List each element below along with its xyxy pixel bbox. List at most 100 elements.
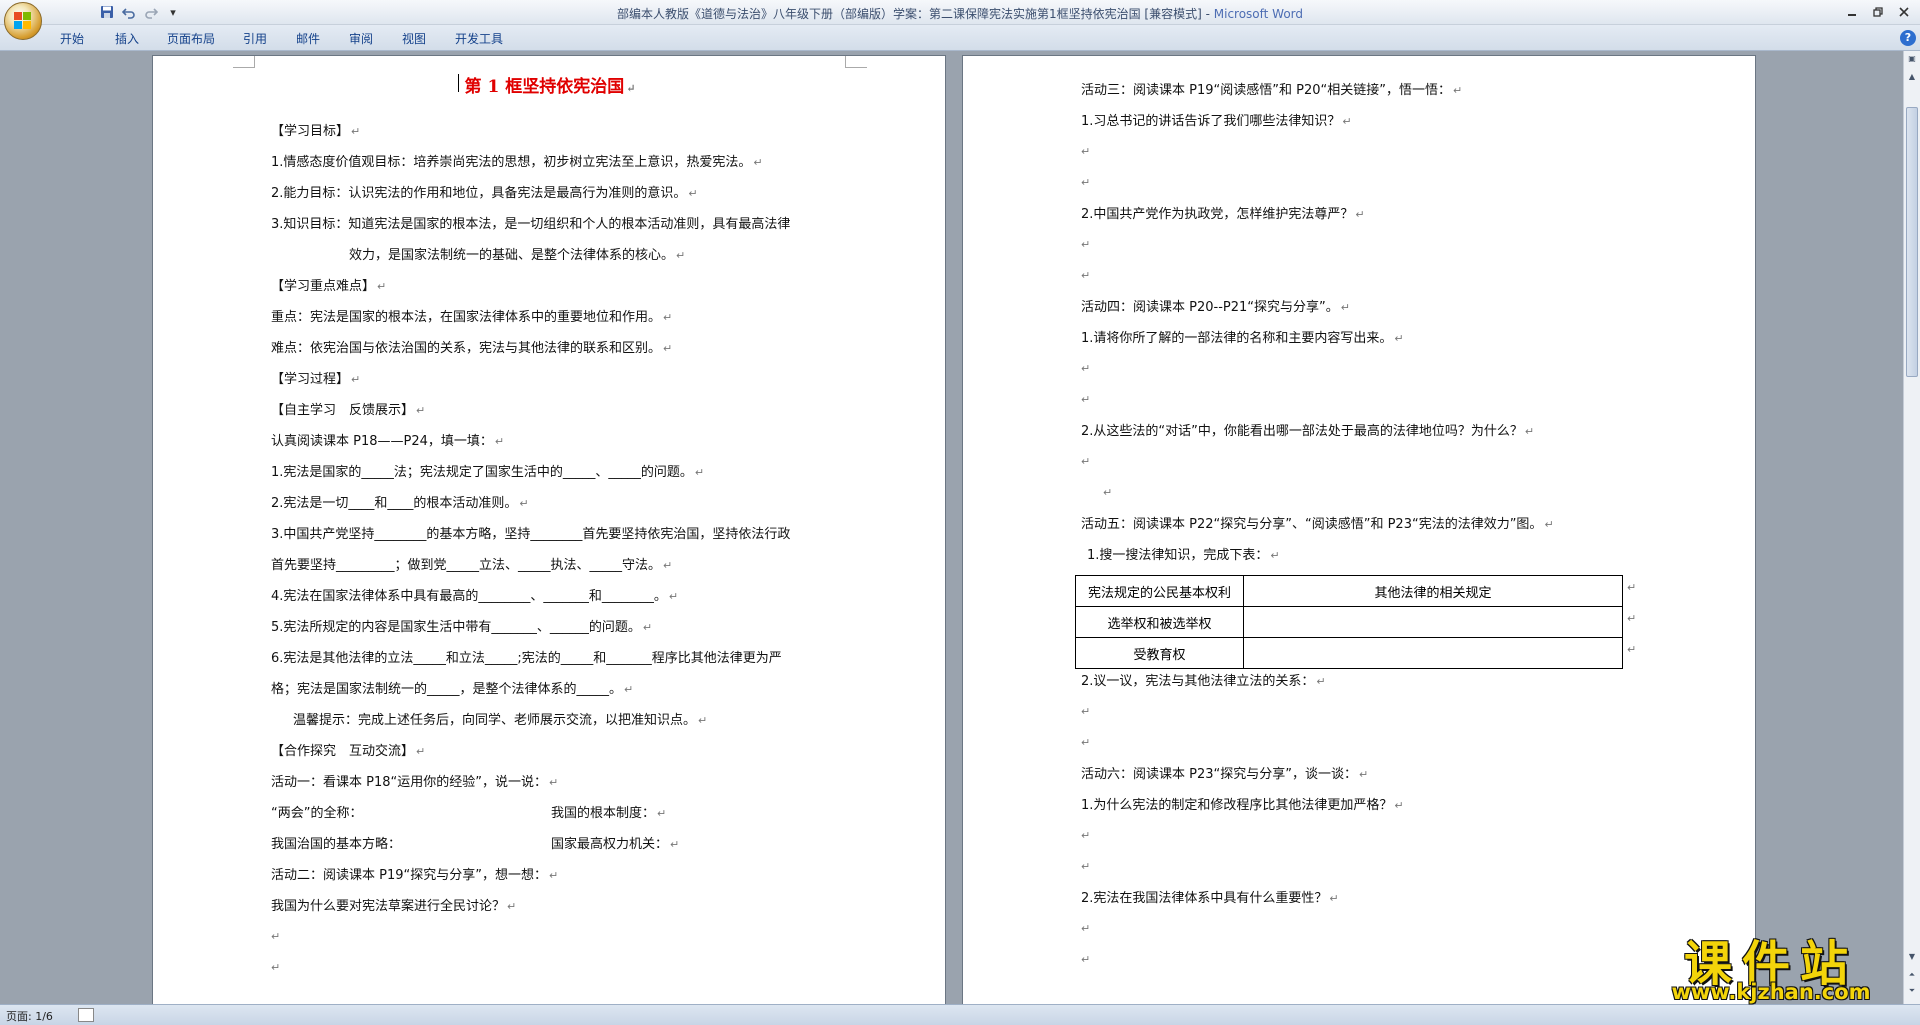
question-line: 2.宪法在我国法律体系中具有什么重要性？ ↵ bbox=[1081, 891, 1339, 906]
question-line: 1.习总书记的讲话告诉了我们哪些法律知识？ ↵ bbox=[1081, 114, 1352, 129]
tab-references[interactable]: 引用 bbox=[243, 30, 267, 47]
section-heading: 【学习过程】 ↵ bbox=[271, 372, 361, 387]
table-row: 选举权和被选举权 bbox=[1075, 606, 1623, 638]
document-heading: 第 1 框坚持依宪治国 ↵ bbox=[153, 72, 947, 97]
text-line: 难点：依宪治国与依法治国的关系，宪法与其他法律的联系和区别。 ↵ bbox=[271, 341, 673, 356]
ruler-toggle-icon[interactable]: ▣ bbox=[1906, 53, 1918, 65]
paragraph-mark: ↵ bbox=[1081, 238, 1091, 251]
scroll-down-icon[interactable]: ▼ bbox=[1906, 951, 1918, 963]
activity-heading: 活动一：看课本 P18“运用你的经验”，说一说： ↵ bbox=[271, 775, 559, 790]
fill-blank-line: 2.宪法是一切____和____的根本活动准则。 ↵ bbox=[271, 496, 529, 511]
question-line: 1.请将你所了解的一部法律的名称和主要内容写出来。 ↵ bbox=[1081, 331, 1404, 346]
rights-table: 宪法规定的公民基本权利 其他法律的相关规定 选举权和被选举权 受教育权 bbox=[1075, 575, 1623, 669]
paragraph-mark: ↵ bbox=[1081, 269, 1091, 282]
office-button-icon[interactable] bbox=[4, 2, 42, 40]
paragraph-mark: ↵ bbox=[1081, 736, 1091, 749]
paragraph-mark: ↵ bbox=[1081, 922, 1091, 935]
application-name: Microsoft Word bbox=[1213, 7, 1304, 21]
table-header-cell[interactable]: 宪法规定的公民基本权利 bbox=[1075, 575, 1244, 607]
table-cell[interactable]: 选举权和被选举权 bbox=[1075, 606, 1244, 638]
text-line: 3.知识目标：知道宪法是国家的根本法，是一切组织和个人的根本活动准则，具有最高法… bbox=[271, 217, 791, 232]
page-1[interactable]: 第 1 框坚持依宪治国 ↵ 【学习目标】 ↵ 1.情感态度价值观目标：培养崇尚宪法的… bbox=[152, 55, 946, 1004]
table-header-cell[interactable]: 其他法律的相关规定 bbox=[1243, 575, 1623, 607]
heading-text: 第 1 框坚持依宪治国 bbox=[464, 77, 625, 97]
fill-blank-line: 5.宪法所规定的内容是国家生活中带有_______、______的问题。 ↵ bbox=[271, 620, 653, 635]
table-cell[interactable] bbox=[1243, 606, 1623, 638]
paragraph-mark: ↵ bbox=[1081, 176, 1091, 189]
fill-blank-line: 6.宪法是其他法律的立法_____和立法_____;宪法的_____和_____… bbox=[271, 651, 782, 666]
proofing-icon[interactable] bbox=[78, 1008, 94, 1022]
title-separator: - bbox=[1201, 7, 1214, 21]
question-line: 2.从这些法的“对话”中，你能看出哪一部法处于最高的法律地位吗？为什么？ ↵ bbox=[1081, 424, 1535, 439]
fill-blank-line: 3.中国共产党坚持________的基本方略，坚持________首先要坚持依宪… bbox=[271, 527, 791, 542]
crop-mark bbox=[845, 56, 867, 68]
fill-blank-line: 4.宪法在国家法律体系中具有最高的________、_______和______… bbox=[271, 589, 679, 604]
table-row: 受教育权 bbox=[1075, 637, 1623, 669]
paragraph-mark: ↵ bbox=[1081, 829, 1091, 842]
document-area: 第 1 框坚持依宪治国 ↵ 【学习目标】 ↵ 1.情感态度价值观目标：培养崇尚宪法的… bbox=[0, 51, 1903, 1004]
text-line: 我国为什么要对宪法草案进行全民讨论？ ↵ bbox=[271, 899, 517, 914]
tab-developer[interactable]: 开发工具 bbox=[455, 30, 503, 47]
paragraph-mark: ↵ bbox=[1081, 953, 1091, 966]
tab-insert[interactable]: 插入 bbox=[115, 30, 139, 47]
paragraph-mark: ↵ bbox=[1081, 455, 1091, 468]
title-bar: ▾ 部编本人教版《道德与法治》八年级下册（部编版）学案：第二课保障宪法实施第1框… bbox=[0, 0, 1920, 25]
vertical-scrollbar[interactable]: ▣ ▲ ▼ ⏶ ⏷ bbox=[1903, 51, 1920, 1004]
table-header-row: 宪法规定的公民基本权利 其他法律的相关规定 bbox=[1075, 575, 1623, 607]
watermark-url: www.kjzhan.com bbox=[1671, 980, 1871, 1004]
document-title: 部编本人教版《道德与法治》八年级下册（部编版）学案：第二课保障宪法实施第1框坚持… bbox=[616, 7, 1202, 21]
scroll-thumb[interactable] bbox=[1906, 107, 1918, 377]
fill-blank-line: 格；宪法是国家法制统一的_____，是整个法律体系的_____。 ↵ bbox=[271, 682, 634, 697]
text-line: 我国的根本制度： ↵ bbox=[551, 806, 667, 821]
row-end-mark: ↵ bbox=[1627, 581, 1637, 594]
paragraph-mark: ↵ bbox=[271, 961, 281, 974]
question-line: 2.中国共产党作为执政党，怎样维护宪法尊严？ ↵ bbox=[1081, 207, 1365, 222]
fill-blank-line: 首先要坚持_________；做到党_____立法、_____执法、_____守… bbox=[271, 558, 673, 573]
tab-page-layout[interactable]: 页面布局 bbox=[167, 30, 215, 47]
tab-mailings[interactable]: 邮件 bbox=[296, 30, 320, 47]
paragraph-mark: ↵ bbox=[1081, 860, 1091, 873]
tab-home[interactable]: 开始 bbox=[60, 30, 84, 47]
restore-icon[interactable] bbox=[1866, 3, 1890, 20]
help-icon[interactable]: ? bbox=[1900, 30, 1916, 46]
window-controls bbox=[1840, 3, 1916, 20]
window-title: 部编本人教版《道德与法治》八年级下册（部编版）学案：第二课保障宪法实施第1框坚持… bbox=[0, 5, 1920, 22]
section-heading: 【自主学习 反馈展示】 ↵ bbox=[271, 403, 426, 418]
tab-view[interactable]: 视图 bbox=[402, 30, 426, 47]
section-heading: 【学习目标】 ↵ bbox=[271, 124, 361, 139]
row-end-mark: ↵ bbox=[1627, 643, 1637, 656]
text-line: 认真阅读课本 P18——P24，填一填： ↵ bbox=[271, 434, 505, 449]
paragraph-mark: ↵ bbox=[1081, 145, 1091, 158]
page-2[interactable]: 活动三：阅读课本 P19“阅读感悟”和 P20“相关链接”，悟一悟： ↵ 1.习总… bbox=[962, 55, 1756, 1004]
text-line: “两会”的全称： bbox=[271, 806, 363, 821]
minimize-icon[interactable] bbox=[1840, 3, 1864, 20]
activity-heading: 活动四：阅读课本 P20--P21“探究与分享”。 ↵ bbox=[1081, 300, 1350, 315]
activity-heading: 活动六：阅读课本 P23“探究与分享”，谈一谈： ↵ bbox=[1081, 767, 1369, 782]
text-line: 国家最高权力机关： ↵ bbox=[551, 837, 680, 852]
row-end-mark: ↵ bbox=[1627, 612, 1637, 625]
question-line: 1.搜一搜法律知识，完成下表： ↵ bbox=[1087, 548, 1280, 563]
previous-page-icon[interactable]: ⏶ bbox=[1906, 969, 1918, 981]
paragraph-mark: ↵ bbox=[626, 82, 636, 95]
paragraph-mark: ↵ bbox=[1103, 486, 1113, 499]
crop-mark bbox=[233, 56, 255, 68]
text-line: 1.情感态度价值观目标：培养崇尚宪法的思想，初步树立宪法至上意识，热爱宪法。 ↵ bbox=[271, 155, 763, 170]
fill-blank-line: 1.宪法是国家的_____法；宪法规定了国家生活中的_____、_____的问题… bbox=[271, 465, 705, 480]
section-heading: 【合作探究 互动交流】 ↵ bbox=[271, 744, 426, 759]
table-cell[interactable]: 受教育权 bbox=[1075, 637, 1244, 669]
text-line: 2.能力目标：认识宪法的作用和地位，具备宪法是最高行为准则的意识。 ↵ bbox=[271, 186, 698, 201]
activity-heading: 活动三：阅读课本 P19“阅读感悟”和 P20“相关链接”，悟一悟： ↵ bbox=[1081, 83, 1463, 98]
next-page-icon[interactable]: ⏷ bbox=[1906, 985, 1918, 997]
status-bar: 页面: 1/6 bbox=[0, 1004, 1920, 1025]
table-cell[interactable] bbox=[1243, 637, 1623, 669]
text-line: 重点：宪法是国家的根本法，在国家法律体系中的重要地位和作用。 ↵ bbox=[271, 310, 673, 325]
activity-heading: 活动五：阅读课本 P22“探究与分享”、“阅读感悟”和 P23“宪法的法律效力”… bbox=[1081, 517, 1554, 532]
paragraph-mark: ↵ bbox=[1081, 393, 1091, 406]
question-line: 1.为什么宪法的制定和修改程序比其他法律更加严格？ ↵ bbox=[1081, 798, 1404, 813]
paragraph-mark: ↵ bbox=[1081, 362, 1091, 375]
tip-line: 温馨提示：完成上述任务后，向同学、老师展示交流，以把准知识点。 ↵ bbox=[293, 713, 708, 728]
page-count[interactable]: 页面: 1/6 bbox=[6, 1008, 53, 1024]
scroll-up-icon[interactable]: ▲ bbox=[1906, 71, 1918, 83]
tab-review[interactable]: 审阅 bbox=[349, 30, 373, 47]
close-icon[interactable] bbox=[1892, 3, 1916, 20]
